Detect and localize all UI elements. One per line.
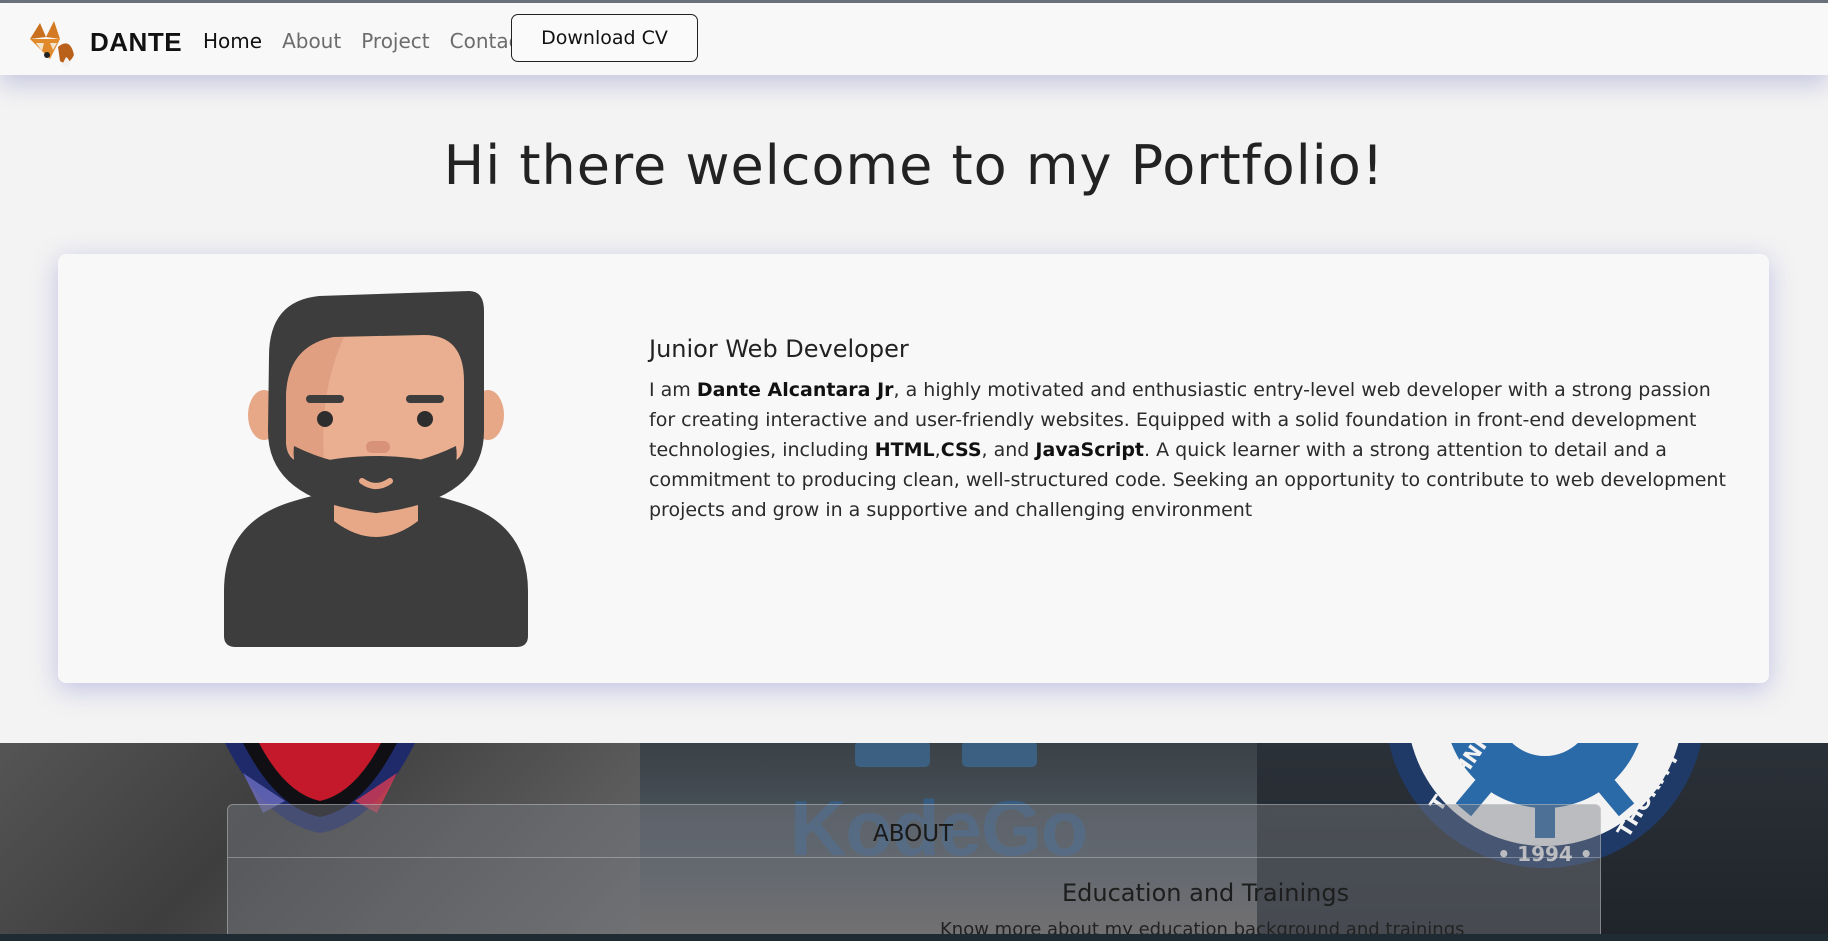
brand[interactable]: DANTE — [24, 17, 182, 67]
navbar: DANTE Home About Project Contact Downloa… — [0, 3, 1828, 75]
about-card-header: ABOUT — [228, 805, 1600, 858]
fox-logo-icon — [30, 21, 74, 67]
nav-about[interactable]: About — [282, 29, 341, 53]
brand-name: DANTE — [90, 26, 183, 57]
tech-javascript: JavaScript — [1035, 439, 1145, 461]
tech-html: HTML — [874, 439, 935, 461]
intro-card: Junior Web Developer I am Dante Alcantar… — [58, 254, 1769, 683]
nav-links: Home About Project Contact — [203, 29, 527, 53]
nav-project[interactable]: Project — [361, 29, 429, 53]
bio: Junior Web Developer I am Dante Alcantar… — [649, 335, 1739, 525]
about-section: KodeGo • 1994 • TECHNI THORITY ABOUT Edu… — [0, 743, 1828, 941]
bottom-border — [0, 934, 1828, 941]
about-heading: ABOUT — [873, 821, 954, 847]
bio-text-1: I am — [649, 379, 697, 401]
download-cv-button[interactable]: Download CV — [511, 14, 698, 62]
education-title: Education and Trainings — [1062, 879, 1350, 907]
nav-home[interactable]: Home — [203, 29, 262, 53]
tech-css: CSS — [940, 439, 982, 461]
bio-description: I am Dante Alcantara Jr, a highly motiva… — [649, 375, 1739, 525]
kodego-bar — [962, 743, 1037, 767]
page-title: Hi there welcome to my Portfolio! — [443, 134, 1385, 197]
kodego-bar — [855, 743, 930, 767]
developer-avatar — [224, 291, 528, 647]
about-card: ABOUT Education and Trainings Know more … — [227, 804, 1601, 941]
bio-sep-2: , and — [981, 439, 1036, 461]
bio-name: Dante Alcantara Jr — [696, 379, 894, 401]
role-title: Junior Web Developer — [649, 335, 909, 363]
